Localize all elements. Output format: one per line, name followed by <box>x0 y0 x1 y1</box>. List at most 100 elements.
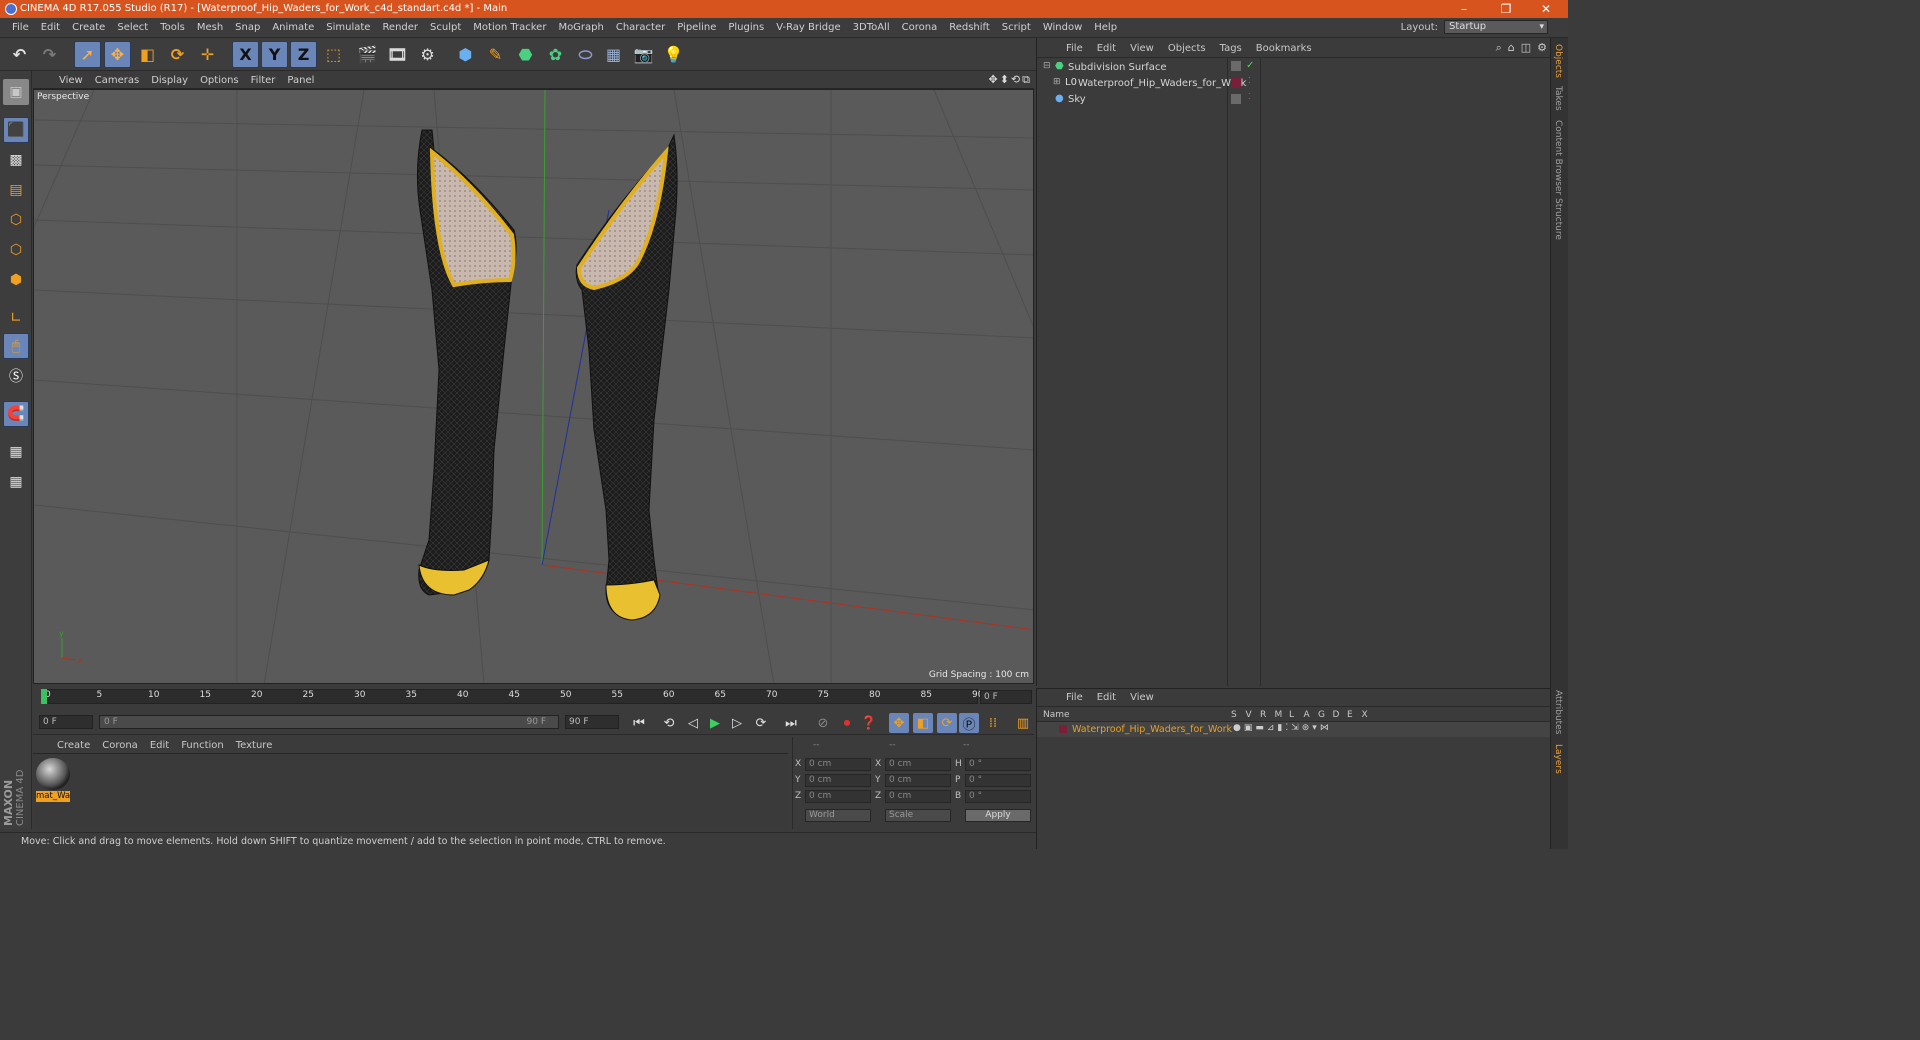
layer-column-header[interactable]: D <box>1333 710 1340 720</box>
visibility-tag-icon[interactable] <box>1231 94 1241 104</box>
menu-sculpt[interactable]: Sculpt <box>424 22 467 33</box>
tab-content-browser[interactable]: Content Browser <box>1553 120 1563 195</box>
settings-icon[interactable]: ⚙ <box>1537 41 1547 55</box>
viewport-menu-display[interactable]: Display <box>145 75 194 86</box>
timeline-playhead[interactable] <box>41 689 47 704</box>
key-position-icon[interactable]: ✥ <box>889 713 909 733</box>
menu-corona[interactable]: Corona <box>896 22 944 33</box>
object-row-waders[interactable]: ⊞ L0 Waterproof_Hip_Waders_for_Work ⁚ <box>1041 76 1549 92</box>
make-editable-icon[interactable]: ▣ <box>3 79 29 105</box>
visibility-dots-icon[interactable]: ⁚ <box>1248 92 1251 101</box>
enabled-check-icon[interactable]: ✓ <box>1246 60 1254 71</box>
rotate-tool-icon[interactable]: ⟳ <box>164 41 191 68</box>
menu-redshift[interactable]: Redshift <box>943 22 996 33</box>
menu-file[interactable]: File <box>6 22 35 33</box>
object-menu-view[interactable]: View <box>1123 43 1161 54</box>
polygons-mode-icon[interactable]: ⬢ <box>3 267 29 293</box>
coord-pos-field[interactable]: 0 cm <box>805 774 871 787</box>
layer-column-header[interactable]: S <box>1231 710 1237 720</box>
object-menu-edit[interactable]: Edit <box>1090 43 1123 54</box>
camera-icon[interactable]: 📷 <box>630 41 657 68</box>
deformer-icon[interactable]: ⬭ <box>572 41 599 68</box>
layer-column-header[interactable]: E <box>1347 710 1353 720</box>
layer-column-header[interactable]: V <box>1246 710 1252 720</box>
move-tool-icon[interactable]: ✥ <box>104 41 131 68</box>
rotate-view-icon[interactable]: ⟲ <box>1011 73 1020 87</box>
tab-takes[interactable]: Takes <box>1553 86 1563 111</box>
autokey-icon[interactable]: ❓ <box>859 713 879 733</box>
previous-frame-icon[interactable]: ◁ <box>683 713 703 733</box>
close-button[interactable]: ✕ <box>1526 1 1566 17</box>
menu-mograph[interactable]: MoGraph <box>552 22 609 33</box>
menu-render[interactable]: Render <box>376 22 424 33</box>
minimize-button[interactable]: – <box>1444 1 1484 17</box>
menu-v-ray-bridge[interactable]: V-Ray Bridge <box>770 22 846 33</box>
object-menu-tags[interactable]: Tags <box>1213 43 1249 54</box>
cube-primitive-icon[interactable]: ⬢ <box>452 41 479 68</box>
next-key-icon[interactable]: ⟳ <box>751 713 771 733</box>
model-mode-icon[interactable]: ⬛ <box>3 117 29 143</box>
coord-rot-field[interactable]: 0 ° <box>965 774 1031 787</box>
tab-layers[interactable]: Layers <box>1553 744 1563 774</box>
live-selection-icon[interactable]: ➚ <box>74 41 101 68</box>
layer-menu-edit[interactable]: Edit <box>1090 692 1123 703</box>
menu-script[interactable]: Script <box>996 22 1037 33</box>
layer-column-header[interactable]: A <box>1304 710 1310 720</box>
material-menu-texture[interactable]: Texture <box>230 740 279 751</box>
end-frame-field[interactable]: 90 F <box>565 715 619 729</box>
workplane-lock-icon[interactable]: ▦ <box>3 439 29 465</box>
current-frame-field[interactable]: 0 F <box>980 690 1032 704</box>
layer-column-header[interactable]: M <box>1275 710 1283 720</box>
play-icon[interactable]: ▶ <box>705 713 725 733</box>
recent-tool-icon[interactable]: ✛ <box>194 41 221 68</box>
object-row-subdivision-surface[interactable]: ⊟ ⬣ Subdivision Surface ✓ <box>1041 60 1549 76</box>
menu-animate[interactable]: Animate <box>266 22 320 33</box>
render-picture-viewer-icon[interactable]: 🎞 <box>384 41 411 68</box>
object-menu-bookmarks[interactable]: Bookmarks <box>1249 43 1319 54</box>
material-manager-area[interactable]: mat_Wa <box>33 754 788 829</box>
perspective-viewport[interactable]: y x Perspective Grid Spacing : 100 cm <box>33 89 1034 684</box>
menu-motion-tracker[interactable]: Motion Tracker <box>467 22 552 33</box>
key-rotation-icon[interactable]: ⟳ <box>937 713 957 733</box>
pen-spline-icon[interactable]: ✎ <box>482 41 509 68</box>
left-wader-model[interactable] <box>416 129 517 596</box>
timeline-ruler[interactable]: 0 5 10 15 20 25 30 35 40 45 50 55 60 65 70 75 80 85 90 0 F <box>33 687 1034 707</box>
layer-column-header[interactable]: L <box>1289 710 1294 720</box>
start-frame-field[interactable]: 0 F <box>39 715 93 729</box>
layer-column-header[interactable]: X <box>1362 710 1368 720</box>
viewport-menu-options[interactable]: Options <box>194 75 245 86</box>
undo-icon[interactable]: ↶ <box>6 41 33 68</box>
viewport-menu-filter[interactable]: Filter <box>245 75 282 86</box>
redo-icon[interactable]: ↷ <box>36 41 63 68</box>
go-to-start-icon[interactable]: ⏮ <box>629 713 649 733</box>
object-row-sky[interactable]: ● Sky ⁚ <box>1041 92 1549 108</box>
texture-mode-icon[interactable]: ▩ <box>3 147 29 173</box>
search-icon[interactable]: ⌕ <box>1496 41 1502 55</box>
floor-icon[interactable]: ▦ <box>600 41 627 68</box>
material-menu-create[interactable]: Create <box>51 740 96 751</box>
coord-size-field[interactable]: 0 cm <box>885 774 951 787</box>
x-axis-lock-button[interactable]: X <box>232 41 259 68</box>
layer-column-header[interactable]: R <box>1260 710 1266 720</box>
coord-rot-field[interactable]: 0 ° <box>965 758 1031 771</box>
menu-window[interactable]: Window <box>1037 22 1088 33</box>
key-scale-icon[interactable]: ◧ <box>913 713 933 733</box>
material-menu-corona[interactable]: Corona <box>96 740 144 751</box>
layer-row[interactable]: Waterproof_Hip_Waders_for_Work ●▣▬⊿▮⁚⇲⊛▾… <box>1037 722 1551 737</box>
menu-character[interactable]: Character <box>610 22 671 33</box>
previous-key-icon[interactable]: ⟲ <box>659 713 679 733</box>
edges-mode-icon[interactable]: ⬡ <box>3 237 29 263</box>
enable-axis-icon[interactable]: ∟ <box>3 305 29 331</box>
record-active-icon[interactable]: ⏺ <box>837 713 857 733</box>
coord-size-field[interactable]: 0 cm <box>885 790 951 803</box>
maximize-view-icon[interactable]: ⧉ <box>1022 73 1030 87</box>
collapse-icon[interactable]: ⊟ <box>1043 61 1051 71</box>
menu-plugins[interactable]: Plugins <box>722 22 770 33</box>
coord-size-field[interactable]: 0 cm <box>885 758 951 771</box>
right-wader-model[interactable] <box>575 133 678 621</box>
render-view-icon[interactable]: 🎬 <box>354 41 381 68</box>
material-menu-edit[interactable]: Edit <box>144 740 175 751</box>
home-icon[interactable]: ⌂ <box>1508 41 1515 55</box>
layer-toggle-icons[interactable]: ●▣▬⊿▮⁚⇲⊛▾⋈ <box>1233 723 1332 733</box>
layer-color-icon[interactable] <box>1231 78 1241 88</box>
